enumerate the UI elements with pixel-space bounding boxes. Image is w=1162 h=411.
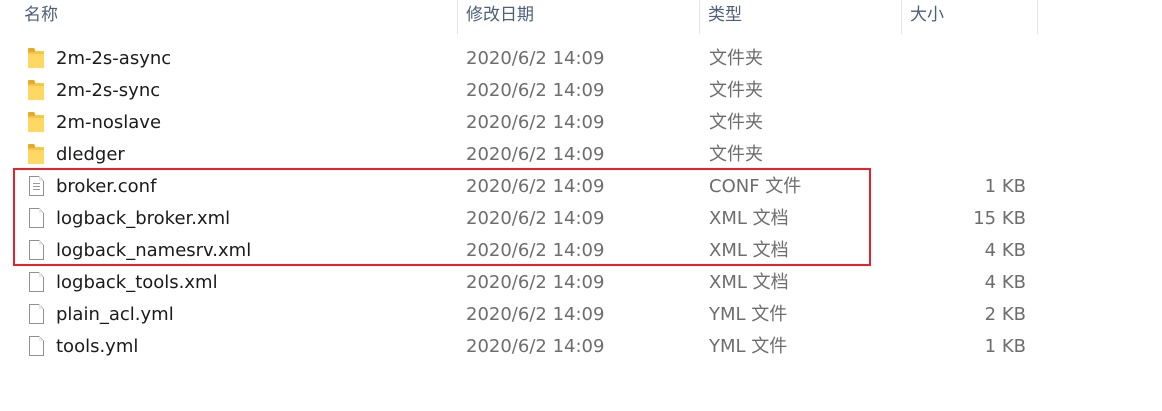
file-name: 2m-2s-sync <box>56 80 161 101</box>
file-date: 2020/6/2 14:09 <box>466 144 605 165</box>
file-type: YML 文件 <box>709 336 788 357</box>
file-size <box>906 107 1026 139</box>
file-row[interactable]: 2m-2s-async 2020/6/2 14:09 文件夹 <box>16 43 1056 75</box>
file-size: 15 KB <box>973 208 1026 229</box>
file-size: 2 KB <box>984 304 1026 325</box>
column-divider[interactable] <box>1037 0 1038 34</box>
file-row[interactable]: plain_acl.yml 2020/6/2 14:09 YML 文件 2 KB <box>16 299 1056 331</box>
file-size: 4 KB <box>984 272 1026 293</box>
file-icon <box>29 272 44 292</box>
file-type: 文件夹 <box>709 144 763 165</box>
folder-icon <box>28 80 44 100</box>
file-size <box>906 43 1026 75</box>
file-size <box>906 139 1026 171</box>
file-date: 2020/6/2 14:09 <box>466 112 605 133</box>
file-name: 2m-2s-async <box>56 48 172 69</box>
file-name: plain_acl.yml <box>56 304 174 325</box>
file-date: 2020/6/2 14:09 <box>466 304 605 325</box>
folder-icon <box>28 144 44 164</box>
file-type: 文件夹 <box>709 80 763 101</box>
file-date: 2020/6/2 14:09 <box>466 48 605 69</box>
folder-icon <box>28 112 44 132</box>
file-size: 1 KB <box>984 176 1026 197</box>
file-date: 2020/6/2 14:09 <box>466 80 605 101</box>
file-type: XML 文档 <box>709 272 789 293</box>
file-row[interactable]: tools.yml 2020/6/2 14:09 YML 文件 1 KB <box>16 331 1056 363</box>
file-name: dledger <box>56 144 125 165</box>
file-icon <box>29 304 44 324</box>
column-header-bar: 名称 修改日期 类型 大小 <box>0 0 1162 34</box>
file-name: tools.yml <box>56 336 139 357</box>
file-icon <box>29 336 44 356</box>
file-name: 2m-noslave <box>56 112 162 133</box>
column-header-type[interactable]: 类型 <box>700 0 900 34</box>
file-type: 文件夹 <box>709 48 763 69</box>
file-type: YML 文件 <box>709 304 788 325</box>
column-header-name[interactable]: 名称 <box>16 0 456 34</box>
column-header-date[interactable]: 修改日期 <box>458 0 698 34</box>
highlight-box <box>13 168 871 266</box>
file-row[interactable]: logback_tools.xml 2020/6/2 14:09 XML 文档 … <box>16 267 1056 299</box>
file-row[interactable]: 2m-noslave 2020/6/2 14:09 文件夹 <box>16 107 1056 139</box>
column-header-size[interactable]: 大小 <box>902 0 1037 34</box>
file-size <box>906 75 1026 107</box>
file-row[interactable]: dledger 2020/6/2 14:09 文件夹 <box>16 139 1056 171</box>
file-date: 2020/6/2 14:09 <box>466 336 605 357</box>
file-row[interactable]: 2m-2s-sync 2020/6/2 14:09 文件夹 <box>16 75 1056 107</box>
file-name: logback_tools.xml <box>56 272 218 293</box>
file-size: 1 KB <box>984 336 1026 357</box>
file-date: 2020/6/2 14:09 <box>466 272 605 293</box>
file-size: 4 KB <box>984 240 1026 261</box>
folder-icon <box>28 48 44 68</box>
file-type: 文件夹 <box>709 112 763 133</box>
